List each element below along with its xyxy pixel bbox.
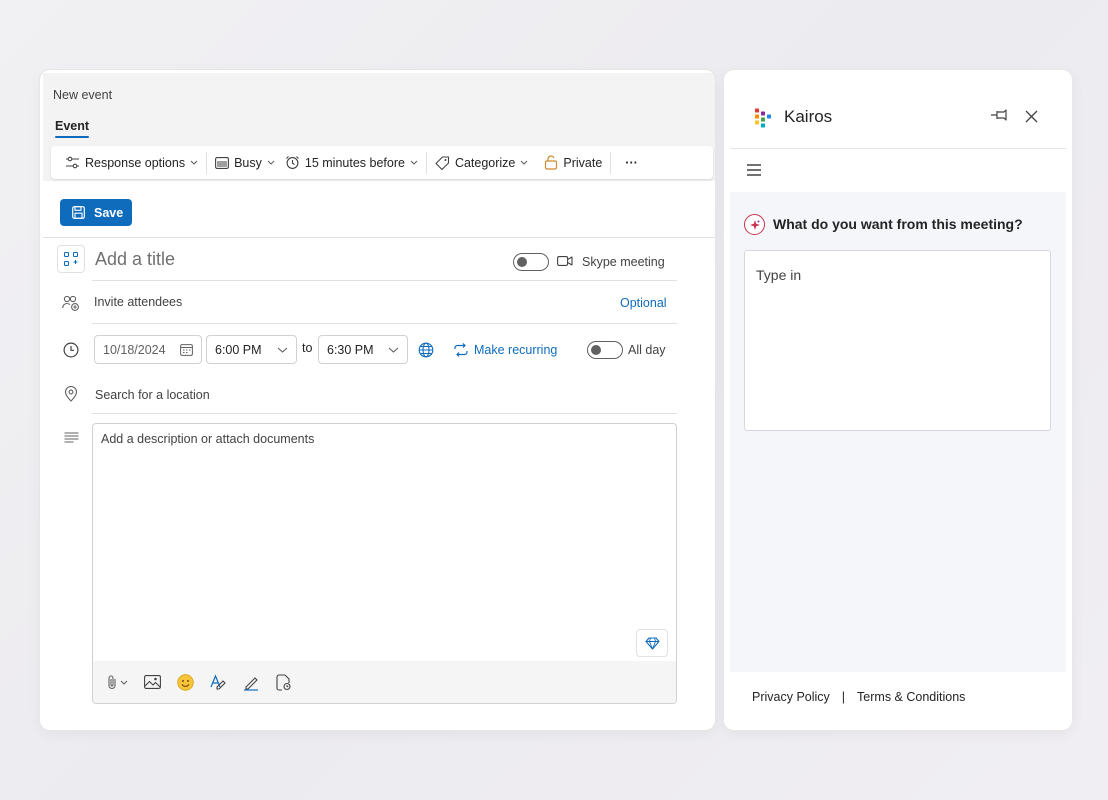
meeting-goal-placeholder: Type in: [756, 267, 802, 283]
alarm-clock-icon: [285, 155, 300, 170]
chevron-down-icon: [190, 160, 198, 165]
image-icon[interactable]: [144, 675, 161, 689]
divider: [43, 237, 715, 238]
globe-icon[interactable]: [418, 342, 434, 358]
people-add-icon: [62, 295, 80, 311]
response-options-label: Response options: [85, 155, 186, 170]
text-lines-icon: [64, 432, 79, 443]
text-format-icon[interactable]: [210, 673, 227, 691]
kairos-title: Kairos: [784, 107, 833, 126]
chevron-down-icon: [410, 160, 418, 165]
signature-pen-icon[interactable]: [243, 674, 260, 691]
categorize-button[interactable]: Categorize: [427, 146, 536, 179]
event-header: New event Event Response options Busy 15…: [43, 73, 715, 181]
window-title: New event: [53, 88, 113, 102]
all-day-toggle[interactable]: [587, 341, 623, 359]
emoji-icon[interactable]: [177, 673, 194, 691]
diamond-icon: [644, 636, 660, 650]
meeting-goal-input[interactable]: Type in: [744, 250, 1051, 431]
kairos-panel: Kairos What do you want from this meetin…: [724, 70, 1072, 730]
skype-meeting-label: Skype meeting: [582, 255, 665, 269]
chevron-down-icon: [120, 680, 128, 685]
chevron-down-icon: [520, 160, 528, 165]
privacy-policy-link[interactable]: Privacy Policy: [752, 690, 830, 704]
busy-status-icon: [215, 156, 230, 169]
new-event-window: New event Event Response options Busy 15…: [40, 70, 715, 730]
start-time-select[interactable]: 6:00 PM: [206, 335, 297, 364]
divider: [92, 323, 677, 324]
kairos-footer: Privacy Policy | Terms & Conditions: [752, 690, 965, 704]
meeting-goal-question: What do you want from this meeting?: [773, 216, 1023, 232]
description-editor[interactable]: Add a description or attach documents: [92, 423, 677, 704]
event-type-icon: [63, 251, 79, 267]
loop-component-icon[interactable]: [276, 673, 291, 691]
private-label: Private: [563, 155, 603, 170]
all-day-label: All day: [628, 343, 666, 357]
response-options-button[interactable]: Response options: [57, 146, 206, 179]
paperclip-icon: [107, 674, 117, 690]
repeat-icon: [453, 343, 469, 357]
tab-event[interactable]: Event: [55, 119, 89, 133]
attach-button[interactable]: [107, 674, 128, 690]
private-button[interactable]: Private: [536, 146, 610, 179]
optional-attendees-link[interactable]: Optional: [620, 296, 667, 310]
save-button[interactable]: Save: [60, 199, 132, 226]
pin-icon[interactable]: [990, 108, 1010, 122]
busy-status-button[interactable]: Busy: [207, 146, 283, 179]
tag-icon: [435, 155, 450, 170]
date-field[interactable]: 10/18/2024: [94, 335, 202, 364]
footer-separator: |: [841, 690, 846, 704]
save-icon: [72, 206, 85, 219]
sparkle-icon: [744, 214, 765, 235]
divider: [730, 148, 1066, 149]
clock-icon: [63, 342, 79, 358]
divider: [92, 280, 677, 281]
skype-meeting-toggle[interactable]: [513, 253, 549, 271]
end-time-select[interactable]: 6:30 PM: [318, 335, 408, 364]
divider: [92, 413, 677, 414]
chevron-down-icon: [267, 160, 275, 165]
hamburger-menu-icon[interactable]: [747, 164, 761, 176]
event-toolbar: Response options Busy 15 minutes before: [51, 146, 713, 179]
save-label: Save: [94, 205, 124, 220]
description-placeholder: Add a description or attach documents: [101, 432, 315, 446]
more-options-button[interactable]: ···: [611, 146, 646, 179]
busy-label: Busy: [234, 155, 262, 170]
make-recurring-link[interactable]: Make recurring: [474, 343, 557, 357]
reminder-label: 15 minutes before: [304, 155, 405, 170]
video-camera-icon: [557, 255, 573, 267]
location-input[interactable]: Search for a location: [95, 388, 595, 402]
invite-attendees-input[interactable]: Invite attendees: [94, 295, 574, 309]
calendar-icon: [180, 343, 193, 356]
date-value: 10/18/2024: [103, 342, 166, 357]
end-time-value: 6:30 PM: [327, 342, 374, 357]
title-input[interactable]: Add a title: [95, 249, 175, 270]
unlock-icon: [544, 155, 558, 170]
event-type-button[interactable]: [57, 245, 85, 273]
formatting-toolbar: [93, 661, 676, 703]
chevron-down-icon: [388, 347, 399, 353]
tab-underline: [55, 136, 89, 138]
categorize-label: Categorize: [454, 155, 516, 170]
close-icon[interactable]: [1025, 110, 1038, 123]
reminder-button[interactable]: 15 minutes before: [283, 146, 426, 179]
chevron-down-icon: [277, 347, 288, 353]
more-options-label: ···: [625, 155, 638, 170]
insights-button[interactable]: [636, 629, 668, 657]
kairos-logo-icon: [752, 107, 774, 129]
location-pin-icon: [64, 386, 78, 402]
to-label: to: [302, 341, 313, 355]
start-time-value: 6:00 PM: [215, 342, 262, 357]
sliders-icon: [65, 156, 80, 169]
terms-conditions-link[interactable]: Terms & Conditions: [857, 690, 965, 704]
